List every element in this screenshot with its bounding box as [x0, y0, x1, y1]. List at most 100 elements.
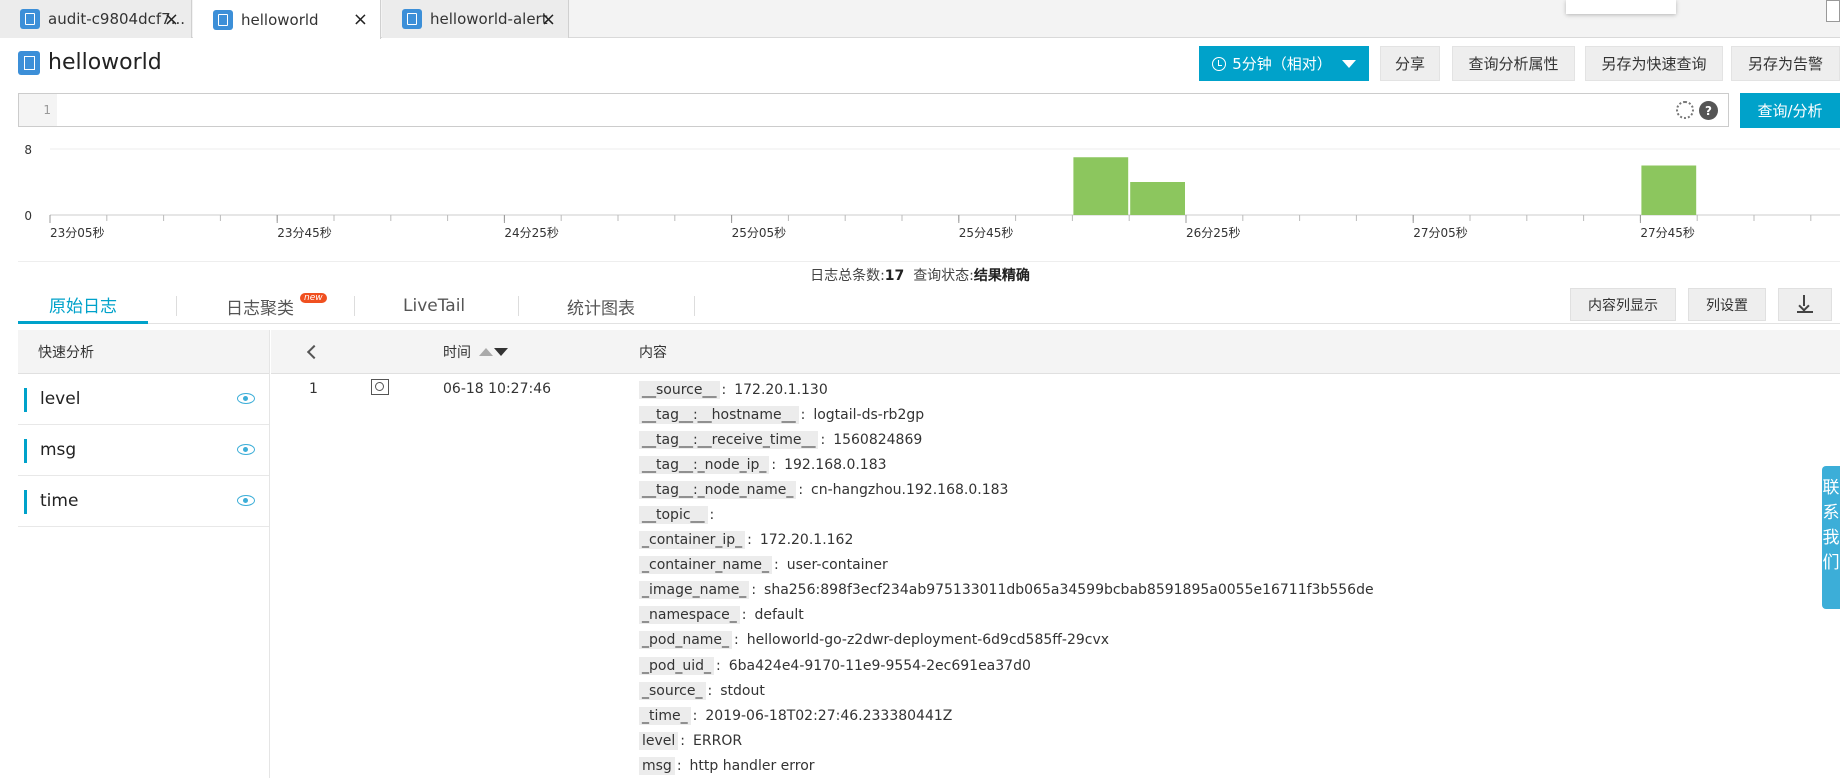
field-key[interactable]: _container_name_ [639, 556, 773, 575]
field-separator: : [716, 657, 721, 674]
time-range-button[interactable]: 5分钟（相对） [1199, 46, 1369, 81]
field-separator: : [734, 632, 739, 649]
contact-us-tab[interactable]: 联系我们 [1822, 466, 1840, 609]
content-columns-button[interactable]: 内容列显示 [1570, 288, 1676, 321]
close-icon[interactable]: × [541, 9, 556, 30]
field-key[interactable]: __tag__:__hostname__ [639, 405, 799, 424]
field-key[interactable]: _namespace_ [639, 606, 740, 625]
field-separator: : [721, 381, 727, 398]
field-name: level [40, 389, 81, 409]
log-field: msg: http handler error [639, 753, 1374, 778]
field-value[interactable]: http handler error [690, 758, 815, 774]
field-value[interactable]: sha256:898f3ecf234ab975133011db065a34599… [764, 582, 1374, 598]
help-icon[interactable]: ? [1699, 101, 1718, 120]
field-separator: : [707, 682, 713, 699]
sort-asc-icon[interactable] [479, 348, 493, 356]
field-key[interactable]: _image_name_ [639, 581, 750, 600]
field-value[interactable]: 172.20.1.130 [734, 382, 828, 398]
field-item-msg[interactable]: msg [18, 425, 269, 476]
tab-helloworld-alert[interactable]: helloworld-alert × [382, 0, 569, 38]
save-quick-query-button[interactable]: 另存为快速查询 [1585, 46, 1723, 81]
eye-icon[interactable] [237, 444, 255, 455]
collapse-sidebar-button[interactable] [306, 330, 322, 374]
field-separator: : [680, 732, 686, 749]
gear-icon[interactable] [1676, 101, 1694, 119]
time-column-header[interactable]: 时间 [443, 330, 508, 374]
field-key[interactable]: __tag__:_node_name_ [639, 480, 797, 499]
field-value[interactable]: 192.168.0.183 [784, 457, 886, 473]
tab-audit[interactable]: audit-c9804dcf7... × [0, 0, 192, 38]
field-value[interactable]: 6ba424e4-9170-11e9-9554-2ec691ea37d0 [729, 658, 1031, 674]
close-icon[interactable]: × [353, 9, 368, 30]
field-name: msg [40, 440, 77, 460]
field-value[interactable]: default [755, 607, 804, 623]
x-tick-label: 26分25秒 [1186, 226, 1241, 240]
field-value[interactable]: 1560824869 [833, 432, 922, 448]
field-key[interactable]: level [639, 731, 679, 750]
field-value[interactable]: ERROR [693, 733, 742, 749]
field-key[interactable]: _pod_name_ [639, 631, 733, 650]
help-popover [1566, 0, 1676, 14]
field-value[interactable]: 172.20.1.162 [760, 532, 854, 548]
row-index: 1 [309, 381, 318, 397]
log-field: _namespace_: default [639, 603, 1374, 628]
x-tick-label: 27分05秒 [1413, 226, 1468, 240]
search-analyze-button[interactable]: 查询/分析 [1740, 93, 1840, 128]
histogram-bar [1130, 182, 1185, 215]
log-table-header: 时间 内容 [271, 330, 1840, 374]
logstore-icon [18, 50, 40, 75]
log-field: _source_: stdout [639, 678, 1374, 703]
tab-livetail[interactable]: LiveTail [403, 288, 465, 324]
query-properties-button[interactable]: 查询分析属性 [1452, 46, 1575, 81]
caret-down-icon [1341, 59, 1356, 68]
field-key[interactable]: _source_ [639, 681, 706, 700]
field-value[interactable]: helloworld-go-z2dwr-deployment-6d9cd585f… [747, 632, 1109, 648]
divider [354, 296, 355, 316]
download-button[interactable] [1778, 288, 1832, 321]
field-separator: : [751, 582, 757, 599]
field-value[interactable]: logtail-ds-rb2gp [813, 407, 924, 423]
field-value[interactable]: user-container [787, 557, 888, 573]
tab-bar: audit-c9804dcf7... × helloworld × hellow… [0, 0, 1840, 39]
field-value[interactable]: stdout [720, 683, 765, 699]
sort-desc-icon[interactable] [494, 348, 508, 356]
corner-checkbox[interactable] [1826, 0, 1840, 22]
close-icon[interactable]: × [164, 9, 179, 30]
save-alert-button[interactable]: 另存为告警 [1731, 46, 1840, 81]
tab-raw-logs[interactable]: 原始日志 [18, 288, 148, 324]
share-button[interactable]: 分享 [1380, 46, 1440, 81]
x-tick-label: 23分05秒 [50, 226, 105, 240]
tab-log-cluster[interactable]: 日志聚类 new [226, 288, 327, 324]
field-separator: : [771, 456, 777, 473]
download-icon [1797, 294, 1813, 313]
tab-label: helloworld [241, 10, 319, 29]
x-tick-label: 24分25秒 [504, 226, 559, 240]
field-key[interactable]: __tag__:__receive_time__ [639, 430, 819, 449]
field-key[interactable]: _pod_uid_ [639, 656, 714, 675]
field-value[interactable]: cn-hangzhou.192.168.0.183 [811, 482, 1008, 498]
field-key[interactable]: msg [639, 756, 675, 775]
log-field: __tag__:_node_ip_:192.168.0.183 [639, 452, 1374, 477]
field-key[interactable]: __tag__:_node_ip_ [639, 455, 770, 474]
field-key[interactable]: _container_ip_ [639, 531, 746, 550]
context-browse-icon[interactable] [371, 379, 389, 395]
field-item-level[interactable]: level [18, 374, 269, 425]
field-key[interactable]: _time_ [639, 706, 691, 725]
field-item-time[interactable]: time [18, 476, 269, 527]
field-key[interactable]: __source__ [639, 380, 720, 399]
query-editor[interactable]: 1 ? [18, 93, 1729, 127]
eye-icon[interactable] [237, 495, 255, 506]
tab-statistics-chart[interactable]: 统计图表 [567, 288, 635, 324]
field-key[interactable]: __topic__ [639, 506, 708, 525]
field-marker [24, 439, 27, 463]
log-field: __tag__:__hostname__: logtail-ds-rb2gp [639, 402, 1374, 427]
tab-helloworld[interactable]: helloworld × [193, 0, 381, 39]
column-settings-button[interactable]: 列设置 [1688, 288, 1766, 321]
field-separator: : [709, 507, 715, 524]
field-separator: : [747, 532, 752, 549]
page-title: helloworld [48, 50, 162, 75]
logstore-icon [20, 9, 40, 29]
field-value[interactable]: 2019-06-18T02:27:46.233380441Z [705, 708, 952, 724]
eye-icon[interactable] [237, 393, 255, 404]
field-separator: : [800, 406, 806, 423]
